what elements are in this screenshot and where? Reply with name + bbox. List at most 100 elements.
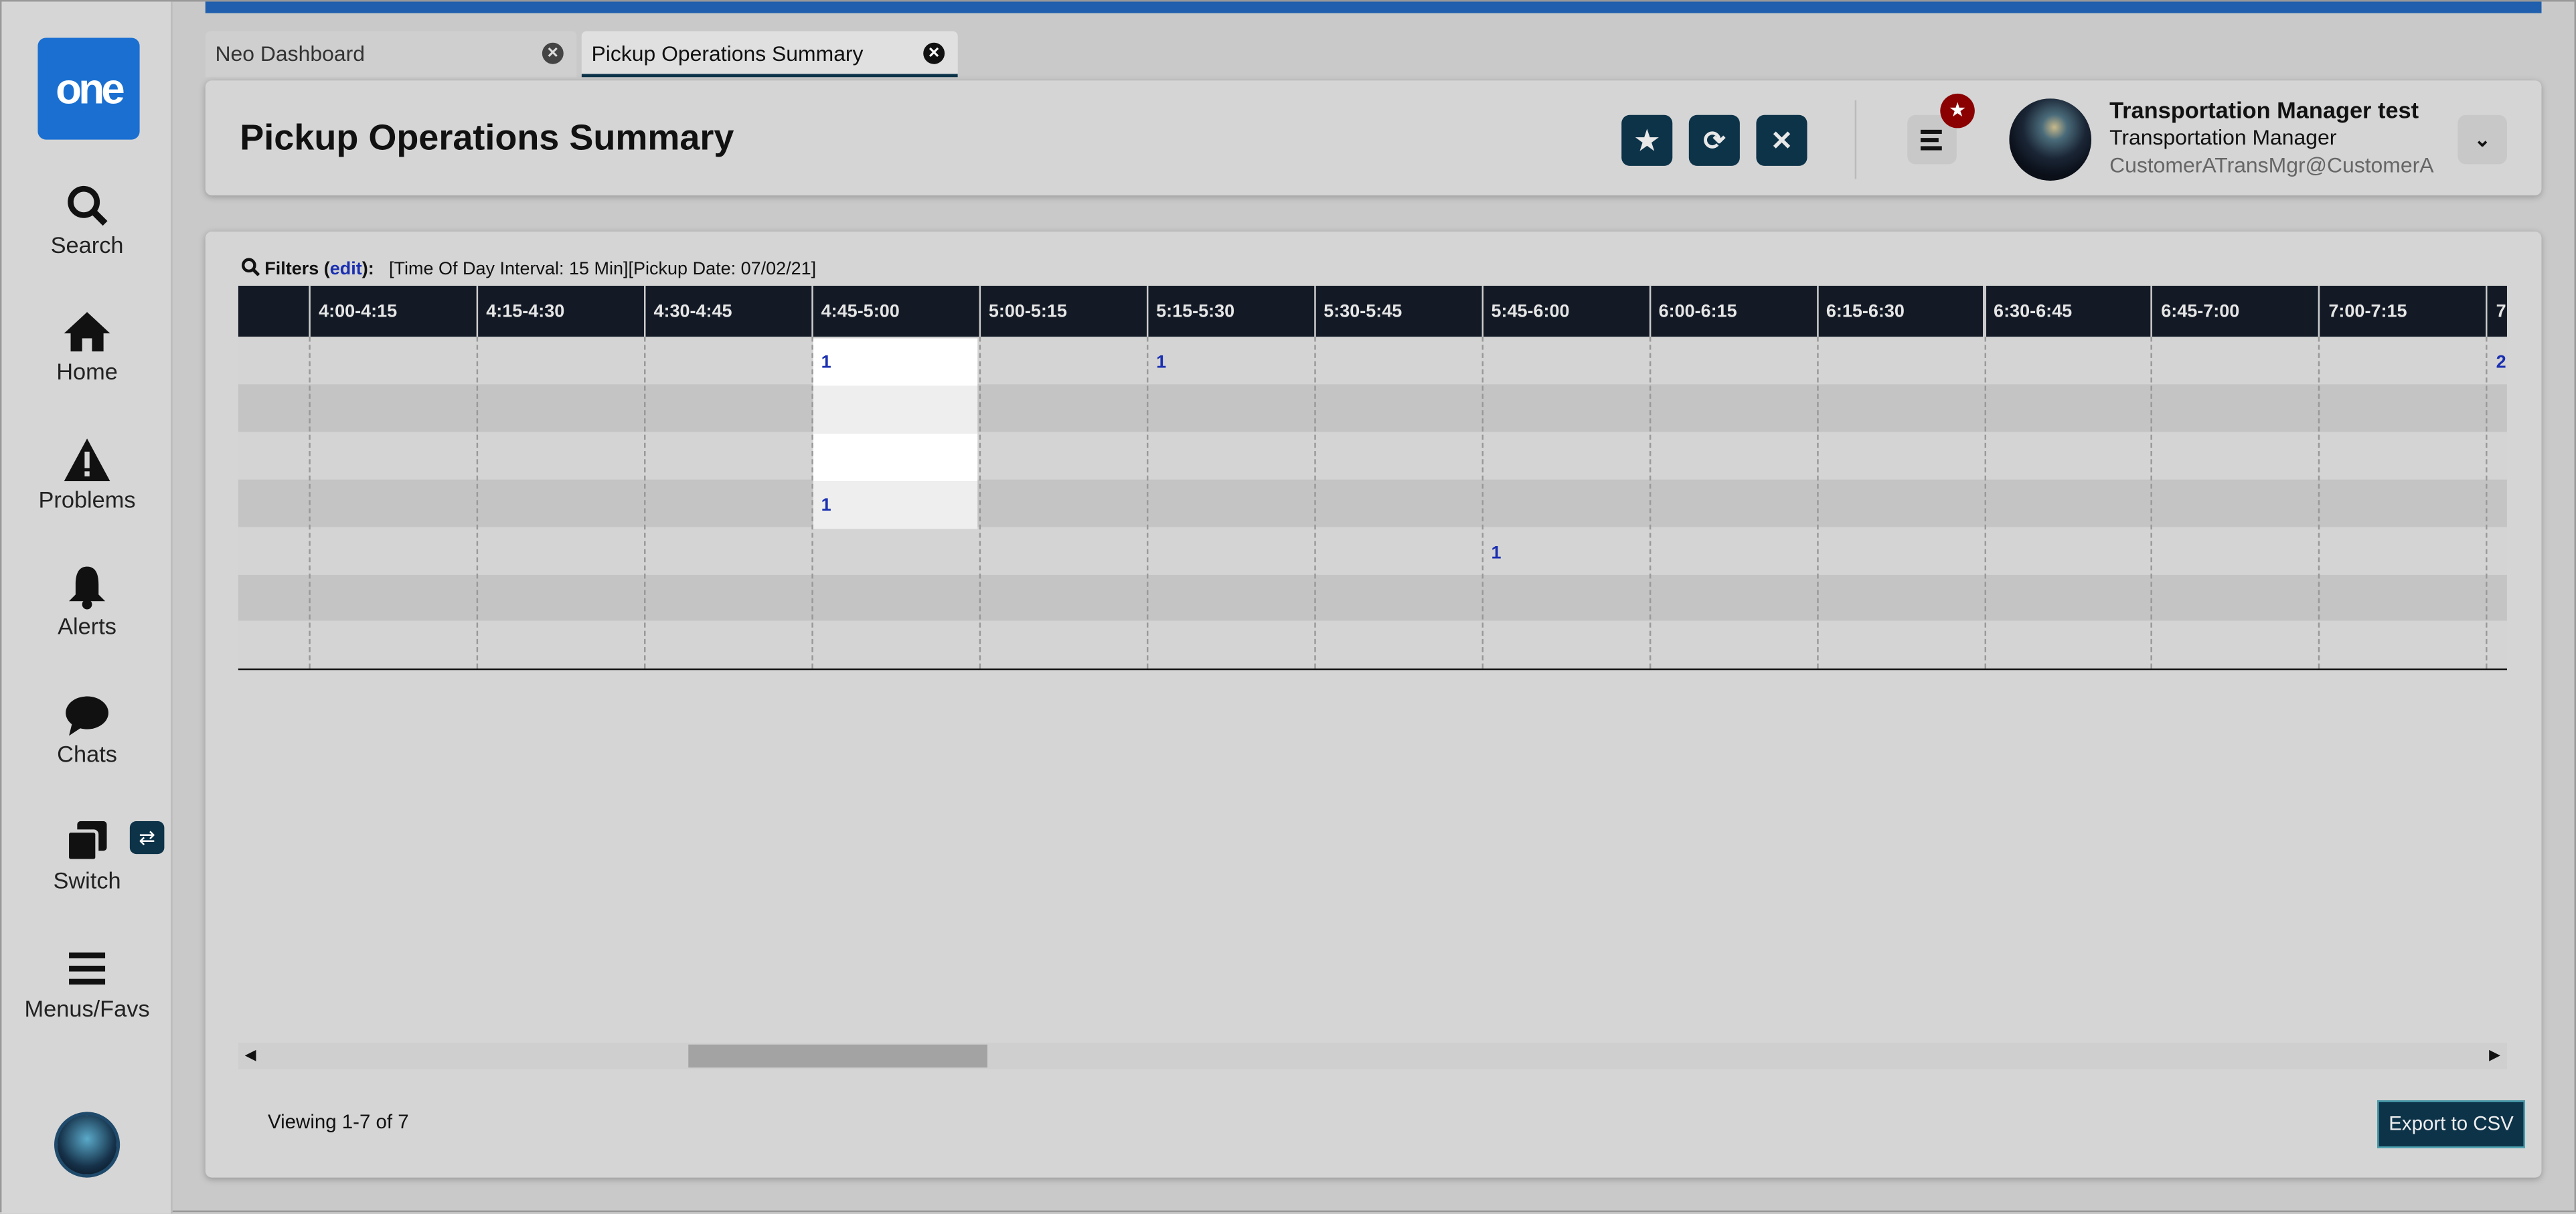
pickup-grid: 4:00-4:15 4:15-4:30 4:30-4:45 4:45-5:00 5:00… xyxy=(238,286,2507,670)
highlighted-cell xyxy=(813,433,977,481)
filters-bar: Filters (edit): [Time Of Day Interval: 1… xyxy=(241,258,817,280)
column-divider xyxy=(1816,337,1818,669)
close-page-button[interactable]: ✕ xyxy=(1756,114,1807,166)
close-icon: ✕ xyxy=(1771,127,1793,155)
table-row[interactable] xyxy=(238,383,2507,432)
logo[interactable]: one xyxy=(37,37,140,140)
column-divider xyxy=(1481,337,1483,669)
tab-neo-dashboard[interactable]: Neo Dashboard ✕ xyxy=(205,31,577,78)
user-role: Transportation Manager xyxy=(2109,124,2337,150)
column-divider xyxy=(1648,337,1651,669)
page-header: Pickup Operations Summary ★ ⟳ ✕ ★ Transp… xyxy=(205,80,2542,196)
scroll-left-icon[interactable]: ◀ xyxy=(245,1046,256,1064)
sidebar-item-label: Chats xyxy=(57,740,117,768)
page-title: Pickup Operations Summary xyxy=(240,116,734,158)
column-header[interactable]: 4:30-4:45 xyxy=(643,286,811,337)
table-row[interactable] xyxy=(238,479,2507,527)
list-icon xyxy=(1920,129,1942,151)
column-header[interactable]: 5:15-5:30 xyxy=(1146,286,1314,337)
highlighted-cell xyxy=(813,385,977,434)
column-divider xyxy=(2318,337,2321,669)
sidebar-item-label: Problems xyxy=(38,486,136,513)
column-divider xyxy=(643,337,646,669)
star-icon: ★ xyxy=(1635,127,1659,155)
sidebar-item-menus-favs[interactable]: Menus/Favs xyxy=(1,946,172,1021)
refresh-icon: ⟳ xyxy=(1703,127,1726,155)
tab-pickup-operations-summary[interactable]: Pickup Operations Summary ✕ xyxy=(581,31,958,78)
tab-label: Neo Dashboard xyxy=(215,41,365,66)
sidebar-item-search[interactable]: Search xyxy=(1,182,172,258)
column-header[interactable]: 6:00-6:15 xyxy=(1648,286,1817,337)
app-root: one Search Home Problems Alerts Chats Sw… xyxy=(0,0,2576,1214)
user-avatar[interactable] xyxy=(2009,98,2092,181)
count-cell-link[interactable]: 1 xyxy=(811,337,831,391)
favorite-button[interactable]: ★ xyxy=(1621,114,1673,166)
user-avatar-small[interactable] xyxy=(54,1112,120,1178)
sidebar-item-alerts[interactable]: Alerts xyxy=(1,563,172,639)
search-icon xyxy=(68,185,108,226)
warning-icon xyxy=(64,438,110,482)
close-icon[interactable]: ✕ xyxy=(923,42,945,64)
column-divider xyxy=(979,337,981,669)
header-corner xyxy=(238,286,309,337)
column-header[interactable]: 6:30-6:45 xyxy=(1984,286,2152,337)
column-header[interactable]: 4:45-5:00 xyxy=(811,286,979,337)
table-row[interactable] xyxy=(238,574,2507,622)
column-divider xyxy=(1313,337,1315,669)
table-row[interactable] xyxy=(238,337,2507,384)
chat-icon xyxy=(66,696,108,736)
column-divider xyxy=(309,337,311,669)
column-header[interactable]: 7:00-7:15 xyxy=(2318,286,2486,337)
home-icon xyxy=(64,312,110,352)
sidebar-item-problems[interactable]: Problems xyxy=(1,437,172,513)
scrollbar-thumb[interactable] xyxy=(688,1044,987,1068)
column-header[interactable]: 7:15-7:30 xyxy=(2486,286,2507,337)
switch-arrows-icon[interactable]: ⇄ xyxy=(129,821,165,855)
highlighted-cell xyxy=(813,481,977,529)
sidebar: one Search Home Problems Alerts Chats Sw… xyxy=(1,1,173,1214)
refresh-button[interactable]: ⟳ xyxy=(1688,114,1740,166)
horizontal-scrollbar[interactable]: ◀ ▶ xyxy=(238,1043,2507,1069)
pagination-info: Viewing 1-7 of 7 xyxy=(268,1110,409,1134)
column-header[interactable]: 5:30-5:45 xyxy=(1313,286,1481,337)
column-header[interactable]: 4:00-4:15 xyxy=(309,286,477,337)
sidebar-item-label: Alerts xyxy=(58,612,116,639)
column-divider xyxy=(476,337,478,669)
column-header[interactable]: 5:00-5:15 xyxy=(979,286,1147,337)
user-name: Transportation Manager test xyxy=(2109,96,2419,124)
column-header[interactable]: 6:45-7:00 xyxy=(2151,286,2319,337)
sidebar-item-home[interactable]: Home xyxy=(1,309,172,384)
count-cell-link[interactable]: 1 xyxy=(1146,337,1166,391)
tab-label: Pickup Operations Summary xyxy=(591,41,864,66)
close-icon[interactable]: ✕ xyxy=(542,42,564,64)
count-cell-link[interactable]: 1 xyxy=(811,479,831,533)
table-row[interactable] xyxy=(238,621,2507,669)
filters-label-suffix: ): xyxy=(361,259,374,280)
sidebar-item-chats[interactable]: Chats xyxy=(1,691,172,767)
favorites-badge-star-icon: ★ xyxy=(1940,93,1975,128)
sidebar-item-label: Home xyxy=(56,357,118,385)
filters-label: Filters ( xyxy=(264,259,330,280)
count-cell-link[interactable]: 1 xyxy=(1481,527,1501,581)
column-header[interactable]: 5:45-6:00 xyxy=(1481,286,1649,337)
user-menu-button[interactable]: ⌄ xyxy=(2458,114,2507,165)
menu-icon xyxy=(69,952,106,985)
divider xyxy=(1854,100,1857,179)
table-row[interactable] xyxy=(238,526,2507,574)
bell-icon xyxy=(69,566,106,610)
count-cell-link[interactable]: 2 xyxy=(2486,337,2506,391)
column-header[interactable]: 4:15-4:30 xyxy=(476,286,644,337)
export-csv-button[interactable]: Export to CSV xyxy=(2377,1100,2525,1148)
top-accent-bar xyxy=(205,1,2542,13)
column-header[interactable]: 6:15-6:30 xyxy=(1816,286,1984,337)
column-divider xyxy=(2151,337,2153,669)
user-email: CustomerATransMgr@CustomerA xyxy=(2109,153,2434,178)
chevron-down-icon: ⌄ xyxy=(2474,128,2491,151)
sidebar-item-label: Search xyxy=(50,232,124,258)
table-row[interactable] xyxy=(238,431,2507,479)
filters-text: [Time Of Day Interval: 15 Min][Pickup Da… xyxy=(389,259,817,280)
sidebar-item-label: Switch xyxy=(53,867,121,894)
filters-edit-link[interactable]: edit xyxy=(330,260,362,279)
column-divider xyxy=(1984,337,1986,669)
scroll-right-icon[interactable]: ▶ xyxy=(2489,1046,2500,1064)
